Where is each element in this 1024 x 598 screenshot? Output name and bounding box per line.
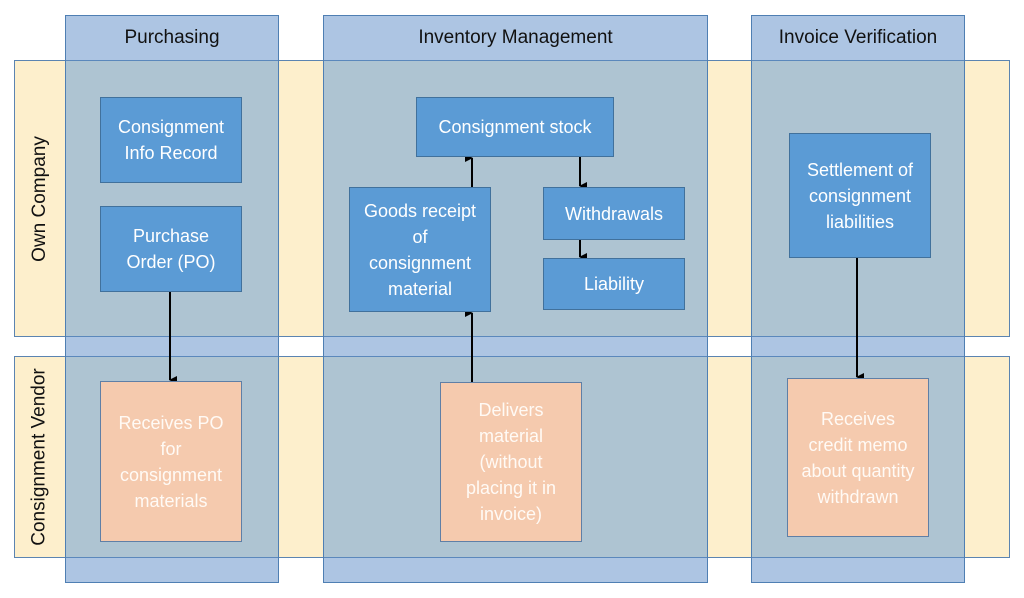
- box-goods-receipt: Goods receipt of consignment material: [349, 187, 491, 312]
- box-delivers-material: Delivers material (without placing it in…: [440, 382, 582, 542]
- box-consignment-stock: Consignment stock: [416, 97, 614, 157]
- box-consignment-info-record: Consignment Info Record: [100, 97, 242, 183]
- box-purchase-order: Purchase Order (PO): [100, 206, 242, 292]
- box-liability: Liability: [543, 258, 685, 310]
- box-settlement: Settlement of consignment liabilities: [789, 133, 931, 258]
- box-withdrawals: Withdrawals: [543, 187, 685, 240]
- box-receives-po: Receives PO for consignment materials: [100, 381, 242, 542]
- box-credit-memo: Receives credit memo about quantity with…: [787, 378, 929, 537]
